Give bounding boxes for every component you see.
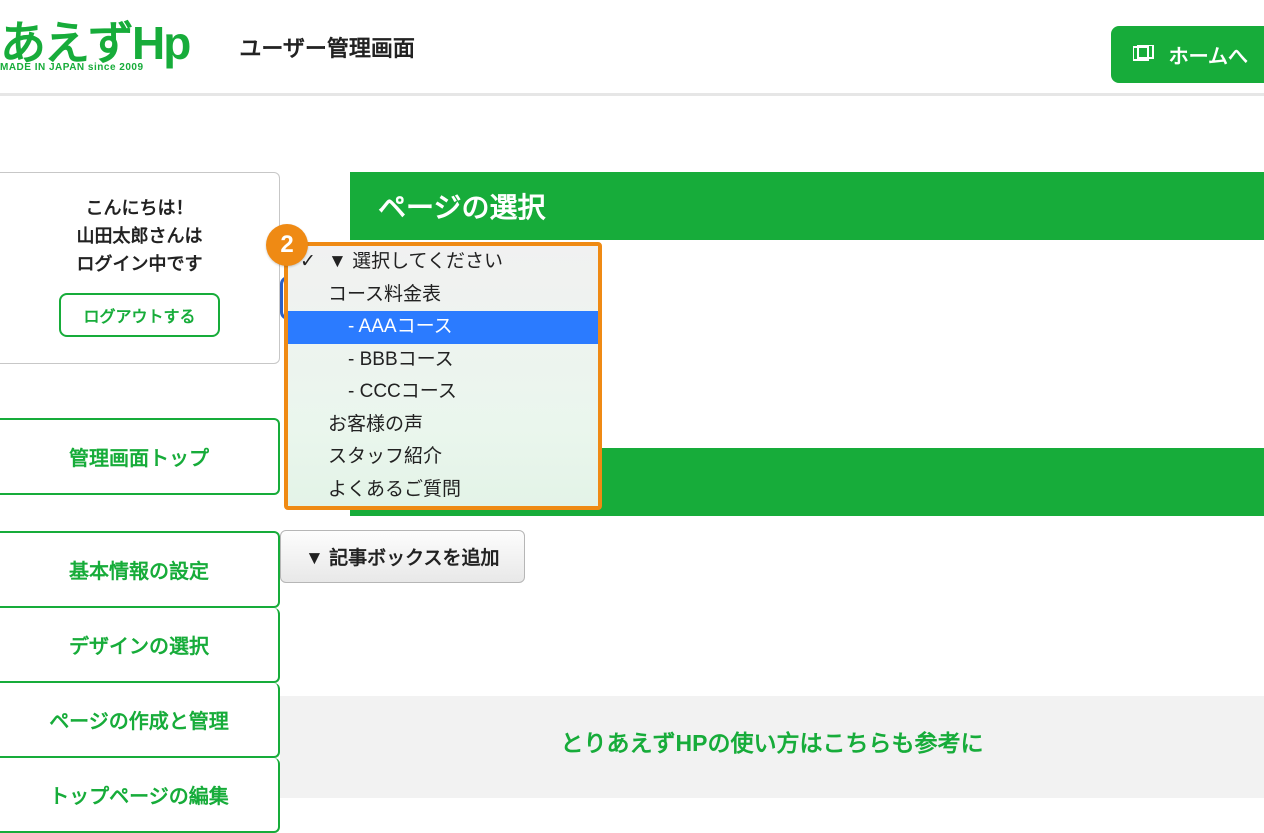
dd-item-faq[interactable]: よくあるご質問 xyxy=(288,474,598,507)
windows-icon xyxy=(1133,45,1155,65)
dd-item-placeholder[interactable]: ✓ ▼ 選択してください xyxy=(288,246,598,279)
dd-item-course-price[interactable]: コース料金表 xyxy=(288,279,598,312)
dd-item-staff[interactable]: スタッフ紹介 xyxy=(288,441,598,474)
nav-group: 基本情報の設定 デザインの選択 ページの作成と管理 トップページの編集 xyxy=(0,531,280,833)
nav-group-top: 管理画面トップ xyxy=(0,418,280,495)
user-greeting: こんにちは！ xyxy=(16,195,263,223)
logo-main: あえずHp xyxy=(0,20,189,66)
nav-basic-settings[interactable]: 基本情報の設定 xyxy=(0,531,280,608)
dd-item-aaa-course[interactable]: - AAAコース xyxy=(288,311,598,344)
logo[interactable]: あえずHp MADE IN JAPAN since 2009 xyxy=(0,20,189,73)
dd-item-voice[interactable]: お客様の声 xyxy=(288,409,598,442)
howto-link[interactable]: とりあえずHPの使い方はこちらも参考に xyxy=(561,730,984,756)
dd-item-label: ▼ 選択してください xyxy=(328,251,503,272)
user-name-line: 山田太郎さんは xyxy=(16,223,263,251)
sidebar: こんにちは！ 山田太郎さんは ログイン中です ログアウトする 管理画面トップ 基… xyxy=(0,172,280,833)
header-right: ホームへ xyxy=(1111,26,1264,83)
nav-design-select[interactable]: デザインの選択 xyxy=(0,608,280,683)
nav-top-page-edit[interactable]: トップページの編集 xyxy=(0,758,280,833)
dd-item-ccc-course[interactable]: - CCCコース xyxy=(288,376,598,409)
logo-sub: MADE IN JAPAN since 2009 xyxy=(0,62,144,73)
callout-badge-2: 2 xyxy=(266,224,308,266)
header: あえずHp MADE IN JAPAN since 2009 ユーザー管理画面 … xyxy=(0,0,1264,96)
nav-admin-top[interactable]: 管理画面トップ xyxy=(0,418,280,495)
main: ページの選択 2 ✓ ▼ 選択してください コース料金表 - AAAコース - … xyxy=(280,172,1264,833)
layout: こんにちは！ 山田太郎さんは ログイン中です ログアウトする 管理画面トップ 基… xyxy=(0,96,1264,833)
logout-button[interactable]: ログアウトする xyxy=(59,293,219,337)
home-button-label: ホームへ xyxy=(1169,40,1248,69)
page-select-dropdown[interactable]: ✓ ▼ 選択してください コース料金表 - AAAコース - BBBコース - … xyxy=(284,242,602,510)
dd-item-bbb-course[interactable]: - BBBコース xyxy=(288,344,598,377)
footer-band: とりあえずHPの使い方はこちらも参考に xyxy=(280,696,1264,798)
nav-page-manage[interactable]: ページの作成と管理 xyxy=(0,683,280,758)
home-button[interactable]: ホームへ xyxy=(1111,26,1264,83)
dropdown-wrap: 2 ✓ ▼ 選択してください コース料金表 - AAAコース - BBBコース … xyxy=(266,242,602,510)
add-article-box-button[interactable]: ▼ 記事ボックスを追加 xyxy=(280,530,525,583)
user-box: こんにちは！ 山田太郎さんは ログイン中です ログアウトする xyxy=(0,172,280,364)
user-status-line: ログイン中です xyxy=(16,251,263,279)
section-page-select: ページの選択 xyxy=(350,172,1264,240)
page-title: ユーザー管理画面 xyxy=(239,31,415,63)
